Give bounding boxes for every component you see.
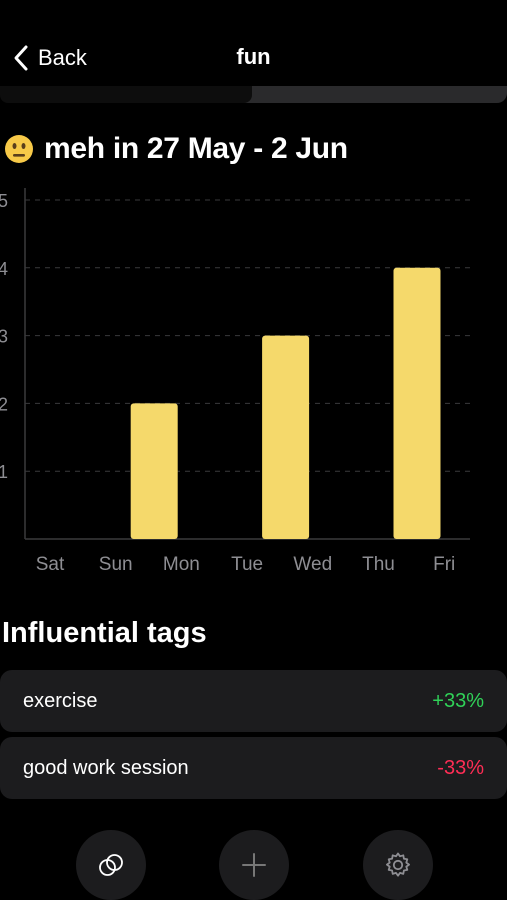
x-tick-label: Sun xyxy=(99,554,133,575)
x-tick-label: Sat xyxy=(36,554,65,575)
rings-button[interactable] xyxy=(76,830,146,900)
y-tick-label: 4 xyxy=(0,259,8,279)
tag-name: good work session xyxy=(23,756,189,779)
x-tick-label: Fri xyxy=(433,554,455,575)
plus-icon xyxy=(242,853,266,877)
x-tick-label: Wed xyxy=(293,554,332,575)
tag-percentage: -33% xyxy=(437,756,484,779)
y-tick-label: 2 xyxy=(0,394,8,414)
influential-tags-title: Influential tags xyxy=(2,617,207,649)
y-tick-label: 1 xyxy=(0,462,8,482)
bar-thu xyxy=(393,267,441,539)
bar-tue xyxy=(262,335,310,539)
tag-row-good-work-session[interactable]: good work session -33% xyxy=(0,737,507,799)
y-tick-label: 5 xyxy=(0,191,8,211)
add-button[interactable] xyxy=(219,830,289,900)
x-tick-label: Mon xyxy=(163,554,200,575)
neutral-face-icon xyxy=(5,135,33,163)
tag-percentage: +33% xyxy=(432,689,484,712)
settings-button[interactable] xyxy=(363,830,433,900)
summary-heading: meh in 27 May - 2 Jun xyxy=(4,130,348,168)
segment-selected[interactable] xyxy=(0,86,252,103)
period-segmented-control[interactable] xyxy=(0,86,507,103)
x-tick-label: Tue xyxy=(231,554,263,575)
y-tick-label: 3 xyxy=(0,327,8,347)
summary-title: meh in 27 May - 2 Jun xyxy=(44,132,348,165)
x-tick-label: Thu xyxy=(362,554,395,575)
gear-icon xyxy=(386,852,410,877)
mood-bar-chart: 1 2 3 4 5 Sat Sun Mon Tue Wed Thu Fri xyxy=(0,188,470,575)
navigation-bar: Back fun xyxy=(0,0,507,87)
tag-name: exercise xyxy=(23,689,98,712)
tag-row-exercise[interactable]: exercise +33% xyxy=(0,670,507,732)
page-title: fun xyxy=(236,44,271,69)
rings-icon xyxy=(99,854,123,876)
bar-sun xyxy=(130,403,178,539)
